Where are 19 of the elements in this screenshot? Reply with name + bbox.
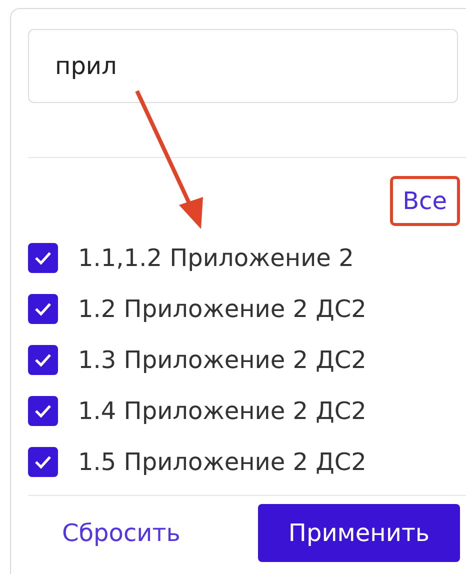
search-field[interactable]: прил (28, 29, 458, 103)
option-label: 1.2 Приложение 2 ДС2 (78, 294, 366, 322)
option-label: 1.3 Приложение 2 ДС2 (78, 346, 366, 374)
check-icon (34, 404, 52, 418)
option-label: 1.4 Приложение 2 ДС2 (78, 396, 366, 424)
select-all-link[interactable]: Все (390, 176, 460, 226)
reset-link[interactable]: Сбросить (62, 519, 180, 547)
check-icon (34, 250, 52, 264)
option-label: 1.5 Приложение 2 ДС2 (78, 448, 366, 476)
checkbox[interactable] (28, 294, 58, 324)
check-icon (34, 302, 52, 316)
checkbox[interactable] (28, 446, 58, 476)
checkbox[interactable] (28, 242, 58, 272)
checkbox[interactable] (28, 344, 58, 374)
option-label: 1.1,1.2 Приложение 2 (78, 244, 354, 272)
apply-button[interactable]: Применить (258, 504, 460, 562)
checkbox[interactable] (28, 396, 58, 426)
check-icon (34, 454, 52, 468)
check-icon (34, 352, 52, 366)
